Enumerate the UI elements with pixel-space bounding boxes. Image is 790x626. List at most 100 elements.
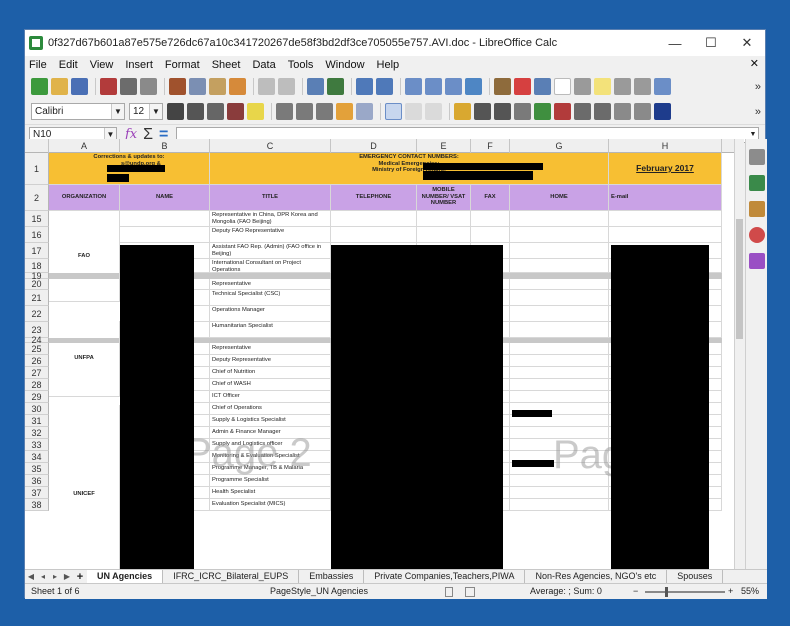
sort-descending-icon[interactable] — [445, 78, 462, 95]
row-header-32[interactable]: 32 — [25, 427, 49, 439]
table-cell[interactable] — [510, 243, 609, 259]
table-cell[interactable] — [331, 227, 417, 243]
table-cell[interactable] — [510, 322, 609, 338]
row-header-1[interactable]: 1 — [25, 153, 49, 185]
table-cell[interactable] — [510, 306, 609, 322]
table-cell[interactable] — [510, 211, 609, 227]
title-cell[interactable]: Chief of WASH — [210, 379, 331, 391]
font-size-combo[interactable]: 12 ▼ — [129, 103, 163, 120]
row-header-15[interactable]: 15 — [25, 211, 49, 227]
hyperlink-icon[interactable] — [574, 78, 591, 95]
column-header-g[interactable]: G — [510, 139, 609, 153]
print-preview-icon[interactable] — [140, 78, 157, 95]
font-name-combo[interactable]: Calibri ▼ — [31, 103, 125, 120]
title-cell[interactable]: Assistant FAO Rep. (Admin) (FAO office i… — [210, 243, 331, 259]
close-button[interactable]: ✕ — [729, 30, 765, 56]
navigator-icon[interactable] — [748, 227, 765, 243]
row-header-37[interactable]: 37 — [25, 487, 49, 499]
toolbar-more-icon[interactable]: » — [755, 106, 761, 118]
last-sheet-icon[interactable]: ▶ — [61, 572, 73, 581]
tab-ifrc-icrc[interactable]: IFRC_ICRC_Bilateral_EUPS — [163, 570, 300, 583]
zoom-slider[interactable] — [645, 587, 725, 597]
row-header-26[interactable]: 26 — [25, 355, 49, 367]
org-unfpa-cell[interactable]: UNFPA — [49, 321, 120, 397]
title-cell[interactable]: Chief of Operations — [210, 403, 331, 415]
table-cell[interactable] — [510, 355, 609, 367]
row-header-2[interactable]: 2 — [25, 185, 49, 211]
zoom-in-button[interactable]: + — [728, 586, 733, 596]
font-color-icon[interactable] — [227, 103, 244, 120]
emergency-cell[interactable]: EMERGENCY CONTACT NUMBERS: Medical Emerg… — [210, 153, 609, 185]
headers-footers-icon[interactable] — [614, 78, 631, 95]
menu-data[interactable]: Data — [252, 59, 275, 71]
column-header-c[interactable]: C — [210, 139, 331, 153]
cut-icon[interactable] — [169, 78, 186, 95]
vertical-scrollbar[interactable] — [734, 139, 744, 577]
currency-format-icon[interactable] — [454, 103, 471, 120]
functions-icon[interactable] — [748, 253, 765, 269]
sort-icon[interactable] — [405, 78, 422, 95]
properties-icon[interactable] — [748, 149, 765, 165]
spreadsheet-grid[interactable]: ABCDEFGH 1 Corrections & updates to: s@u… — [25, 139, 734, 577]
table-cell[interactable] — [510, 259, 609, 273]
tab-embassies[interactable]: Embassies — [299, 570, 365, 583]
header-email[interactable]: E-mail — [609, 185, 722, 211]
tab-non-res-agencies[interactable]: Non-Res Agencies, NGO's etc — [525, 570, 668, 583]
title-cell[interactable]: Operations Manager — [210, 306, 331, 322]
title-cell[interactable]: Technical Specialist (CSC) — [210, 290, 331, 306]
row-header-29[interactable]: 29 — [25, 391, 49, 403]
table-cell[interactable] — [120, 227, 210, 243]
table-cell[interactable] — [609, 227, 722, 243]
table-cell[interactable] — [120, 211, 210, 227]
insert-image-icon[interactable] — [494, 78, 511, 95]
org-fao-cell[interactable]: FAO — [49, 211, 120, 302]
maximize-button[interactable]: ☐ — [693, 30, 729, 56]
align-bottom-icon[interactable] — [425, 103, 442, 120]
menu-sheet[interactable]: Sheet — [212, 59, 241, 71]
table-cell[interactable] — [417, 211, 471, 227]
tab-private-companies[interactable]: Private Companies,Teachers,PIWA — [364, 570, 526, 583]
table-cell[interactable] — [510, 227, 609, 243]
add-sheet-icon[interactable]: + — [73, 571, 87, 583]
chevron-down-icon[interactable]: ▼ — [111, 104, 124, 119]
align-top-icon[interactable] — [385, 103, 402, 120]
chevron-down-icon[interactable]: ▼ — [149, 104, 162, 119]
autofilter-icon[interactable] — [465, 78, 482, 95]
zoom-level[interactable]: 55% — [741, 586, 759, 596]
header-title[interactable]: TITLE — [210, 185, 331, 211]
title-cell[interactable]: Supply & Logistics Specialist — [210, 415, 331, 427]
header-organization[interactable]: ORGANIZATION — [49, 185, 120, 211]
special-character-icon[interactable] — [554, 78, 571, 95]
styles-icon[interactable] — [748, 175, 765, 191]
gallery-icon[interactable] — [748, 201, 765, 217]
column-header-e[interactable]: E — [417, 139, 471, 153]
table-cell[interactable] — [510, 391, 609, 403]
table-cell[interactable] — [510, 343, 609, 355]
column-header-d[interactable]: D — [331, 139, 417, 153]
header-fax[interactable]: FAX — [471, 185, 510, 211]
title-cell[interactable]: Evaluation Specialist (MICS) — [210, 499, 331, 511]
next-sheet-icon[interactable]: ▸ — [49, 572, 61, 581]
wrap-text-icon[interactable] — [336, 103, 353, 120]
delete-decimal-icon[interactable] — [554, 103, 571, 120]
menu-tools[interactable]: Tools — [288, 59, 314, 71]
row-header-22[interactable]: 22 — [25, 306, 49, 322]
paste-icon[interactable] — [209, 78, 226, 95]
comment-icon[interactable] — [594, 78, 611, 95]
row-header-17[interactable]: 17 — [25, 243, 49, 259]
date-format-icon[interactable] — [514, 103, 531, 120]
table-cell[interactable] — [510, 290, 609, 306]
tab-spouses[interactable]: Spouses — [667, 570, 724, 583]
menu-view[interactable]: View — [90, 59, 114, 71]
column-icon[interactable] — [376, 78, 393, 95]
align-center-icon[interactable] — [296, 103, 313, 120]
pivot-table-icon[interactable] — [534, 78, 551, 95]
title-cell[interactable]: Chief of Nutrition — [210, 367, 331, 379]
title-cell[interactable]: Representative — [210, 279, 331, 290]
table-cell[interactable] — [331, 211, 417, 227]
copy-icon[interactable] — [189, 78, 206, 95]
select-all-corner[interactable] — [25, 139, 49, 153]
freeze-rows-columns-icon[interactable] — [654, 78, 671, 95]
new-icon[interactable] — [31, 78, 48, 95]
row-header-36[interactable]: 36 — [25, 475, 49, 487]
